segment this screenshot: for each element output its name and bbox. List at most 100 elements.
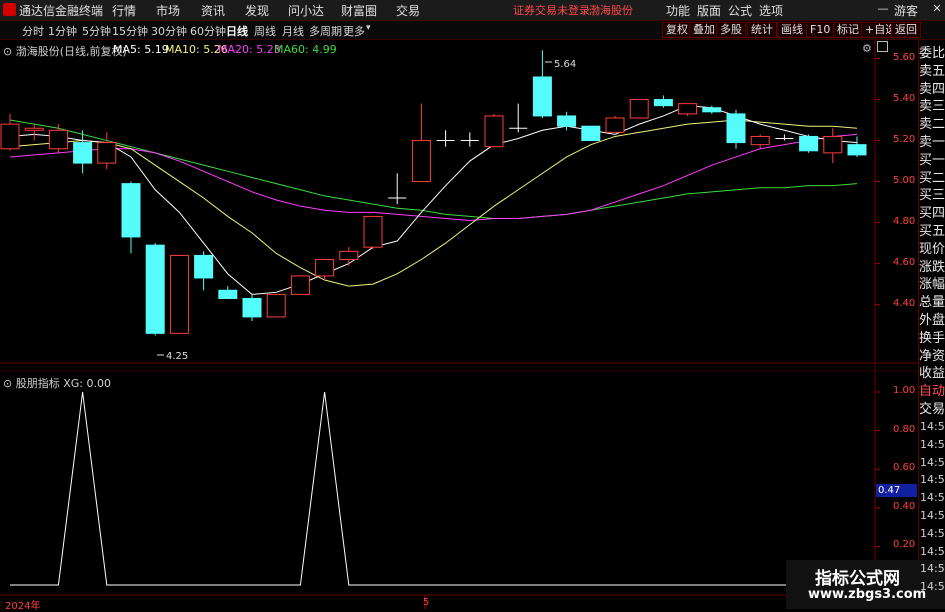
- candle-body: [24, 127, 44, 131]
- side-label-11: 现价: [919, 241, 945, 257]
- candle-body: [266, 293, 286, 318]
- indicator-axis-tick: 0.40: [893, 500, 916, 512]
- price-axis-tick: 5.00: [893, 174, 916, 186]
- candle-body: [750, 135, 770, 146]
- menu-1[interactable]: 市场: [156, 2, 180, 19]
- watermark-line2: www.zbgs3.com: [808, 587, 927, 602]
- side-label-9: 买四: [919, 206, 945, 222]
- kline-chart[interactable]: [0, 0, 945, 609]
- candle-body: [799, 135, 819, 152]
- candle-body: [629, 99, 649, 119]
- toolbar-6[interactable]: 标记: [833, 22, 863, 38]
- toolbar-1[interactable]: 叠加: [689, 22, 719, 38]
- date-label-year: 2024年: [5, 601, 41, 612]
- candle-body: [48, 129, 68, 150]
- candle-body: [242, 297, 262, 318]
- trade-time-5: 14:56: [920, 509, 945, 522]
- candle-body: [194, 254, 214, 279]
- period-tab-9[interactable]: 多周期: [309, 23, 342, 39]
- price-axis-tick: 5.20: [893, 133, 916, 145]
- candle-body: [73, 142, 93, 164]
- candle-body: [218, 289, 238, 299]
- side-label-12: 涨跌: [919, 259, 945, 275]
- low-annotation: 4.25: [166, 351, 189, 362]
- period-tab-6[interactable]: 日线: [226, 23, 248, 39]
- right-menu-0[interactable]: 功能: [666, 2, 690, 19]
- trade-time-2: 14:56: [920, 455, 945, 469]
- trade-time-8: 14:56: [920, 562, 945, 576]
- candle-body: [97, 142, 117, 164]
- period-tab-0[interactable]: 分时: [22, 23, 44, 39]
- toolbar-4[interactable]: 画线: [777, 22, 807, 38]
- price-axis-tick: 4.40: [893, 297, 916, 309]
- period-tab-10[interactable]: 更多: [343, 23, 365, 39]
- candle-body: [726, 113, 746, 144]
- auto-label[interactable]: 自动: [919, 384, 945, 399]
- menu-3[interactable]: 发现: [245, 2, 269, 19]
- menu-5[interactable]: 财富圈: [341, 2, 377, 19]
- indicator-title: 股朋指标 XG: 0.00: [15, 377, 111, 390]
- side-label-2: 卖四: [919, 81, 945, 97]
- period-tab-8[interactable]: 月线: [282, 23, 304, 39]
- indicator-axis-tick: 0.80: [893, 423, 916, 435]
- candle-body: [653, 99, 673, 107]
- side-label-4: 卖二: [919, 117, 945, 133]
- trade-label[interactable]: 交易: [919, 402, 945, 417]
- period-tab-2[interactable]: 5分钟: [82, 23, 111, 39]
- menu-4[interactable]: 问小达: [288, 2, 324, 19]
- right-menu-1[interactable]: 版面: [697, 2, 721, 19]
- watermark-line1: 指标公式网: [815, 569, 900, 589]
- candle-body: [581, 125, 601, 142]
- period-tab-7[interactable]: 周线: [254, 23, 276, 39]
- price-axis-tick: 5.40: [893, 92, 916, 104]
- cursor-value: 0.47: [878, 485, 901, 496]
- candle-body: [847, 144, 867, 156]
- candle-body: [0, 123, 20, 150]
- trade-time-4: 14:56: [920, 491, 945, 505]
- side-label-16: 换手: [919, 330, 945, 346]
- trade-time-9: 14:56: [920, 580, 945, 594]
- candle-body: [678, 103, 698, 115]
- period-tab-3[interactable]: 15分钟: [112, 23, 148, 39]
- indicator-axis-tick: 0.60: [893, 462, 916, 474]
- candle-body: [557, 115, 577, 127]
- xg-indicator-line: [10, 391, 857, 586]
- toolbar-3[interactable]: 统计: [747, 22, 777, 38]
- candle-body: [339, 250, 359, 261]
- right-menu-3[interactable]: 选项: [759, 2, 783, 19]
- trade-time-6: 14:56: [920, 526, 945, 540]
- side-label-7: 买二: [919, 170, 945, 186]
- indicator-toggle-icon[interactable]: ⊙: [3, 377, 12, 390]
- high-annotation: 5.64: [554, 59, 577, 70]
- side-label-17: 净资: [919, 348, 945, 364]
- indicator-axis-tick: 1.00: [893, 385, 916, 396]
- ma-legend-3: MA60: 4.99: [274, 43, 337, 56]
- period-tab-5[interactable]: 60分钟: [190, 23, 226, 39]
- menu-0[interactable]: 行情: [112, 2, 136, 19]
- candle-body: [145, 244, 165, 334]
- trade-time-7: 14:56: [920, 544, 945, 558]
- ma-legend-0: MA5: 5.19: [113, 43, 169, 56]
- toolbar-2[interactable]: 多股: [716, 22, 746, 38]
- price-axis-tick: 5.60: [893, 51, 916, 63]
- menu-6[interactable]: 交易: [396, 2, 420, 19]
- toolbar-0[interactable]: 复权: [662, 22, 692, 38]
- ma-legend-2: MA20: 5.23: [218, 43, 281, 56]
- toolbar-5[interactable]: F10: [806, 22, 835, 38]
- side-label-6: 买一: [919, 152, 945, 168]
- period-tab-4[interactable]: 30分钟: [151, 23, 187, 39]
- period-tab-1[interactable]: 1分钟: [48, 23, 77, 39]
- more-chevron-icon[interactable]: ▾: [366, 23, 371, 33]
- menu-2[interactable]: 资讯: [201, 2, 225, 19]
- indicator-header: ⊙ 股朋指标 XG: 0.00: [3, 375, 111, 391]
- side-label-8: 买三: [919, 188, 945, 204]
- toolbar-8[interactable]: 返回: [891, 22, 921, 38]
- trade-time-1: 14:56: [920, 437, 945, 451]
- right-menu-2[interactable]: 公式: [728, 2, 752, 19]
- side-label-15: 外盘: [919, 313, 945, 328]
- price-axis-tick: 4.60: [893, 256, 916, 268]
- candle-body: [121, 183, 141, 238]
- candle-body: [484, 115, 504, 148]
- candle-body: [315, 259, 335, 277]
- candle-body: [169, 254, 189, 334]
